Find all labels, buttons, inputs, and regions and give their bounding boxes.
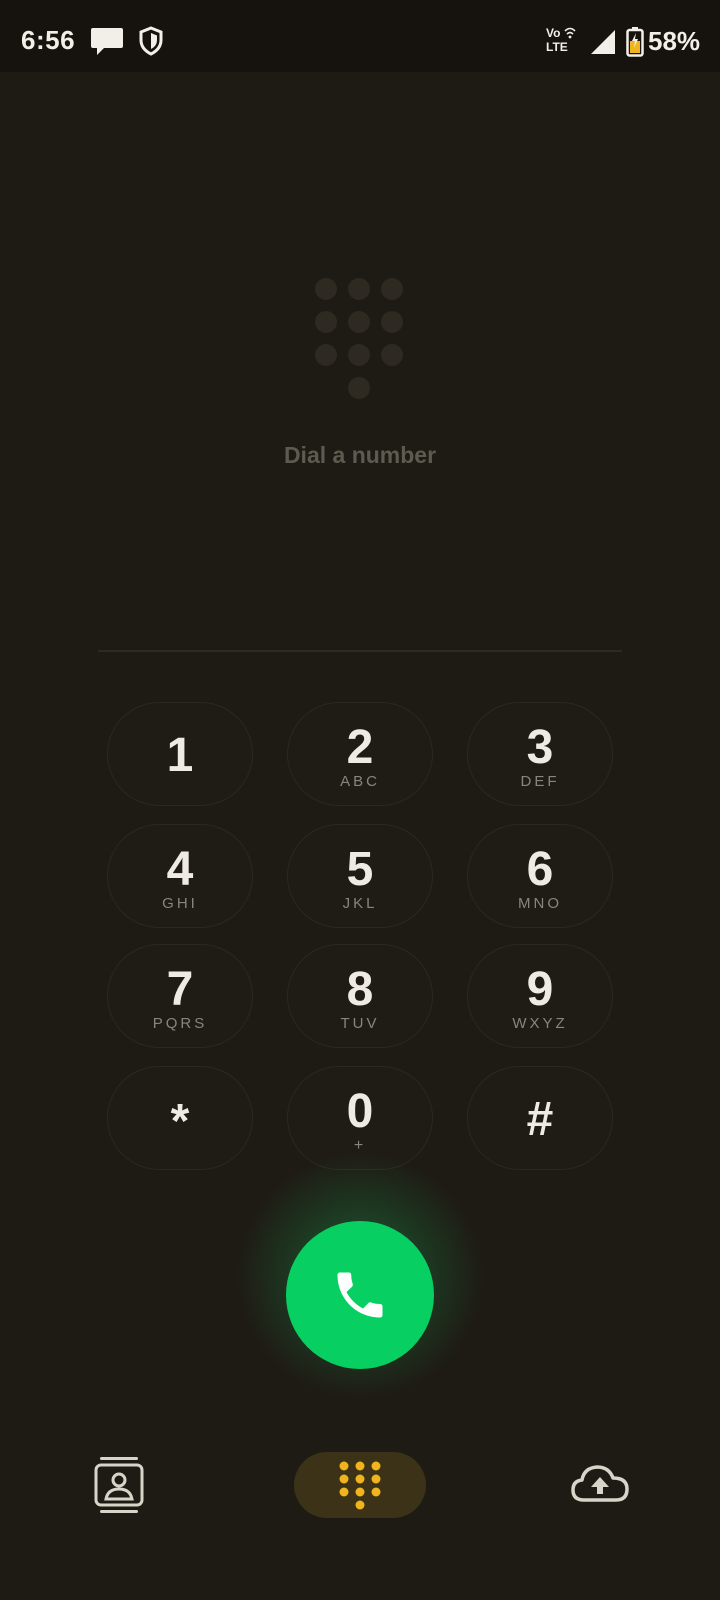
key-digit: * xyxy=(170,1095,190,1148)
battery-percent: 58% xyxy=(648,26,701,56)
key-digit: 6 xyxy=(526,843,554,896)
key-3[interactable]: 3 DEF xyxy=(467,702,613,806)
battery-icon xyxy=(626,27,644,57)
shield-icon xyxy=(139,26,163,56)
status-time: 6:56 xyxy=(21,25,76,55)
key-8[interactable]: 8 TUV xyxy=(287,944,433,1048)
key-hash[interactable]: # xyxy=(467,1066,613,1170)
dialpad-placeholder-icon xyxy=(315,278,403,399)
key-letters: WXYZ xyxy=(512,1015,568,1032)
key-digit: 5 xyxy=(346,843,374,896)
volte-label-bottom: LTE xyxy=(546,40,568,54)
dialer-screen: 6:56 Vo LTE 58% Dial a number 1 2 ABC 3 … xyxy=(0,0,720,1600)
key-digit: 0 xyxy=(346,1085,374,1138)
nav-keypad-button[interactable] xyxy=(294,1452,426,1518)
signal-icon xyxy=(591,30,615,54)
key-letters: GHI xyxy=(162,895,198,912)
key-2[interactable]: 2 ABC xyxy=(287,702,433,806)
cloud-upload-icon[interactable] xyxy=(570,1462,630,1504)
key-9[interactable]: 9 WXYZ xyxy=(467,944,613,1048)
key-6[interactable]: 6 MNO xyxy=(467,824,613,928)
key-digit: 8 xyxy=(346,963,374,1016)
key-digit: 7 xyxy=(166,963,194,1016)
key-digit: 3 xyxy=(526,721,554,774)
key-letters: MNO xyxy=(518,895,562,912)
key-7[interactable]: 7 PQRS xyxy=(107,944,253,1048)
key-letters: ABC xyxy=(340,773,380,790)
volte-icon: Vo LTE xyxy=(544,27,578,57)
contacts-icon[interactable] xyxy=(94,1456,144,1516)
volte-label-top: Vo xyxy=(546,26,561,40)
key-digit: 2 xyxy=(346,721,374,774)
number-field-divider xyxy=(98,650,622,652)
status-bar: 6:56 Vo LTE 58% xyxy=(0,0,720,72)
key-digit: # xyxy=(526,1093,554,1146)
key-star[interactable]: * xyxy=(107,1066,253,1170)
key-letters: DEF xyxy=(520,773,560,790)
key-letters: PQRS xyxy=(152,1015,208,1032)
key-1[interactable]: 1 xyxy=(107,702,253,806)
empty-state-text: Dial a number xyxy=(283,442,437,468)
key-digit: 9 xyxy=(526,963,554,1016)
key-5[interactable]: 5 JKL xyxy=(287,824,433,928)
key-letters: JKL xyxy=(342,895,378,912)
wifi-call-icon xyxy=(564,27,576,39)
dialpad-icon xyxy=(339,1461,381,1510)
key-digit: 1 xyxy=(166,729,194,782)
key-4[interactable]: 4 GHI xyxy=(107,824,253,928)
call-button[interactable] xyxy=(286,1221,434,1369)
key-digit: 4 xyxy=(166,843,194,896)
key-letters: TUV xyxy=(340,1015,380,1032)
phone-icon xyxy=(337,1272,383,1318)
message-icon xyxy=(91,28,123,55)
